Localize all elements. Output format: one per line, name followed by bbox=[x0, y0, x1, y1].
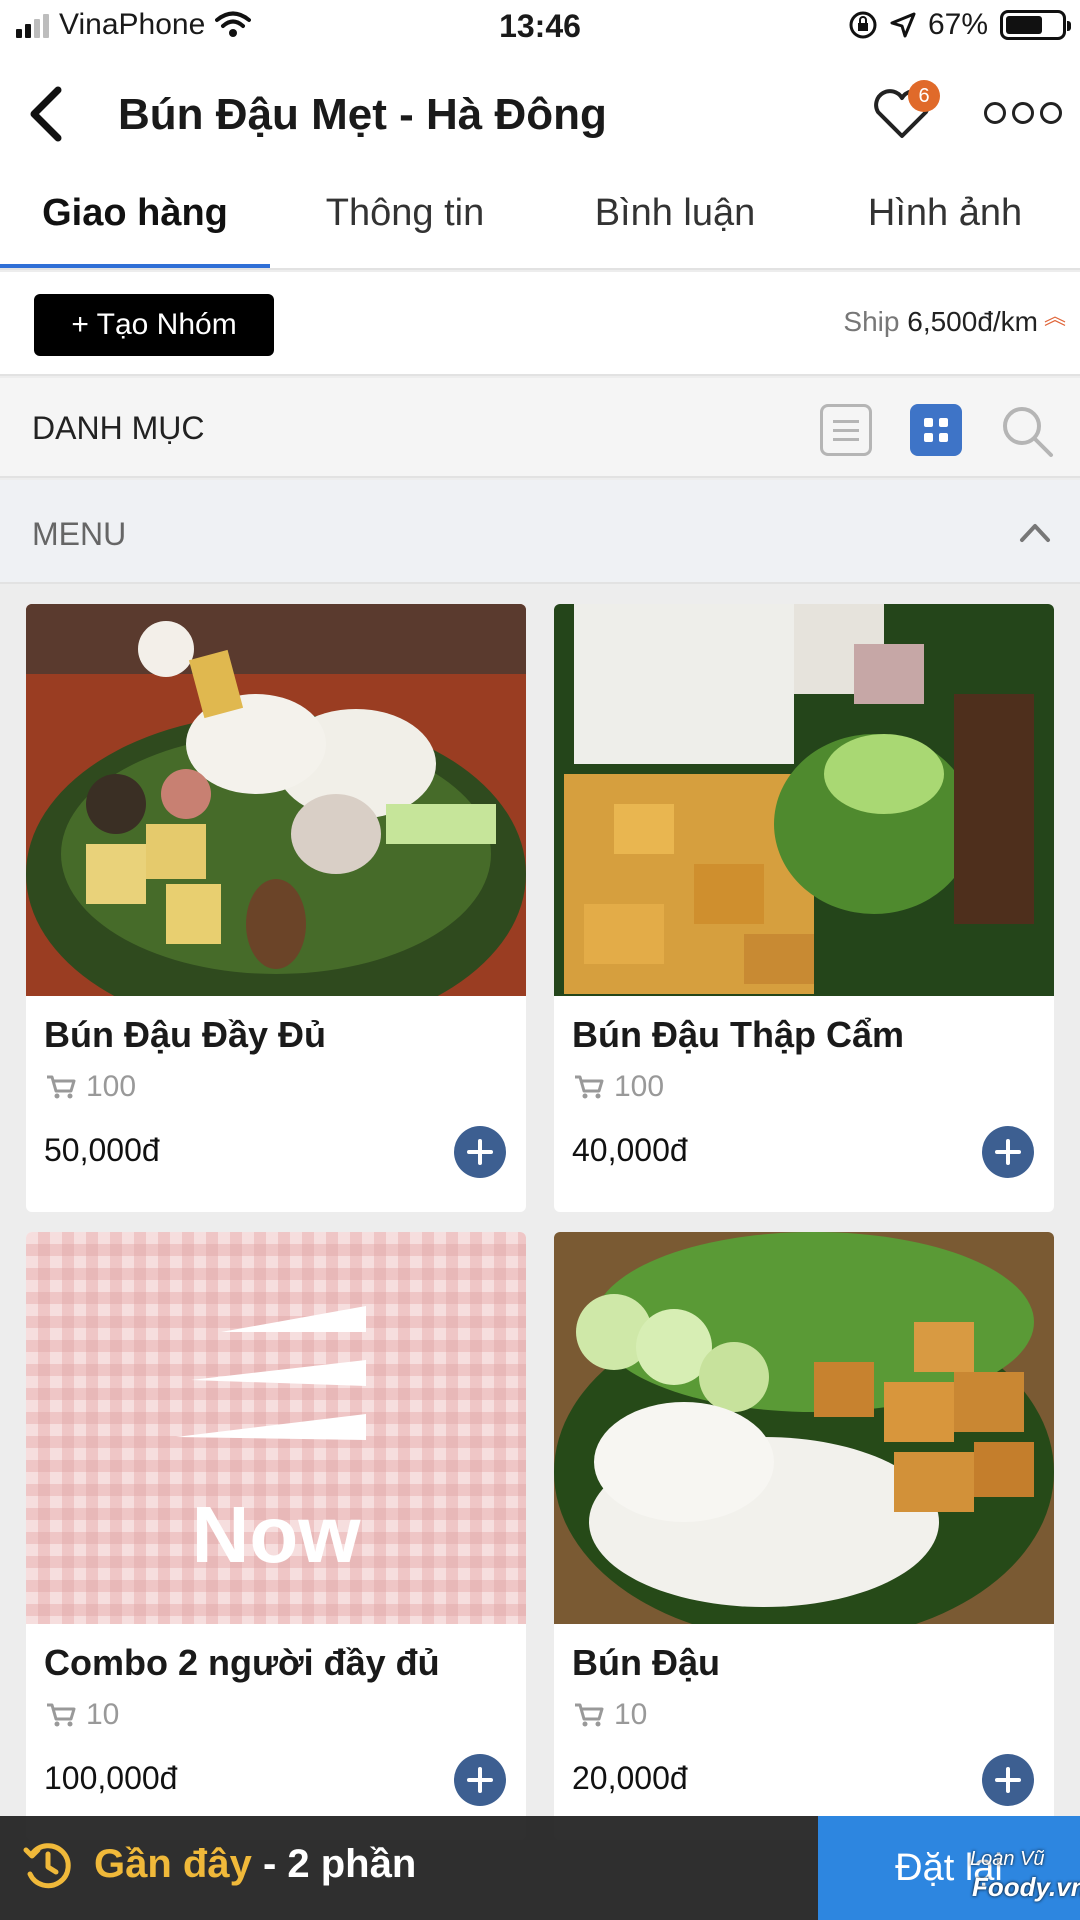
nav-bar: Bún Đậu Mẹt - Hà Đông 6 bbox=[0, 54, 1080, 176]
history-clock-icon bbox=[23, 1843, 71, 1889]
menu-item-card[interactable]: Bún Đậu 10 20,000đ bbox=[554, 1232, 1054, 1840]
tab-bar: Giao hàng Thông tin Bình luận Hình ảnh bbox=[0, 176, 1080, 270]
more-options-icon[interactable] bbox=[984, 102, 1062, 124]
active-tab-indicator bbox=[0, 264, 270, 268]
recent-count: - 2 phần bbox=[251, 1842, 417, 1886]
menu-item-card[interactable]: Now Combo 2 người đầy đủ 10 100,000đ bbox=[26, 1232, 526, 1840]
rotation-lock-icon bbox=[849, 11, 877, 39]
item-sold: 100 bbox=[574, 1070, 664, 1104]
search-icon[interactable] bbox=[1000, 404, 1054, 458]
now-logo-text: Now bbox=[192, 1490, 362, 1579]
item-price: 40,000đ bbox=[572, 1132, 688, 1168]
ship-fee: Ship 6,500đ/km bbox=[843, 306, 1038, 338]
list-view-icon[interactable] bbox=[820, 404, 872, 456]
grid-view-icon[interactable] bbox=[910, 404, 962, 456]
placeholder-image: Now bbox=[26, 1232, 526, 1624]
menu-item-card[interactable]: Bún Đậu Đầy Đủ 100 50,000đ bbox=[26, 604, 526, 1212]
cart-icon bbox=[575, 1703, 604, 1727]
item-price: 50,000đ bbox=[44, 1132, 160, 1168]
item-sold-count: 10 bbox=[86, 1698, 120, 1731]
menu-section-header[interactable]: MENU bbox=[0, 480, 1080, 584]
cart-icon bbox=[575, 1075, 604, 1099]
cart-icon bbox=[47, 1703, 76, 1727]
recent-orders-text: Gần đây - 2 phần bbox=[94, 1842, 416, 1887]
back-icon[interactable] bbox=[22, 84, 72, 144]
item-sold-count: 10 bbox=[614, 1698, 648, 1731]
food-photo bbox=[554, 604, 1054, 996]
tab-photos[interactable]: Hình ảnh bbox=[810, 192, 1080, 235]
item-sold: 10 bbox=[574, 1698, 647, 1732]
add-item-button[interactable] bbox=[454, 1754, 506, 1806]
item-name: Bún Đậu Thập Cẩm bbox=[572, 1014, 905, 1055]
food-photo bbox=[554, 1232, 1054, 1624]
favorites-badge: 6 bbox=[908, 80, 940, 112]
chevron-up-icon[interactable] bbox=[1018, 520, 1052, 544]
status-right: 67% bbox=[848, 8, 1071, 42]
item-price: 20,000đ bbox=[572, 1760, 688, 1796]
tab-comments[interactable]: Bình luận bbox=[540, 192, 810, 235]
item-sold: 10 bbox=[46, 1698, 119, 1732]
category-bar: DANH MỤC bbox=[0, 378, 1080, 478]
watermark-brand: Foody.vn bbox=[972, 1872, 1080, 1902]
cart-icon bbox=[47, 1075, 76, 1099]
chevrons-up-icon: ︽ bbox=[1043, 304, 1066, 329]
item-name: Combo 2 người đầy đủ bbox=[44, 1642, 440, 1683]
status-bar: VinaPhone 13:46 67% bbox=[0, 0, 1080, 54]
battery-icon bbox=[1000, 10, 1071, 40]
add-item-button[interactable] bbox=[982, 1754, 1034, 1806]
group-bar: + Tạo Nhóm Ship 6,500đ/km ︽ bbox=[0, 272, 1080, 376]
bottom-bar: Gần đây - 2 phần Đặt lại bbox=[0, 1816, 1080, 1920]
watermark-author: Loan Vũ bbox=[970, 1848, 1045, 1870]
item-price: 100,000đ bbox=[44, 1760, 178, 1796]
recent-orders-button[interactable]: Gần đây - 2 phần bbox=[0, 1816, 818, 1920]
add-item-button[interactable] bbox=[982, 1126, 1034, 1178]
food-photo bbox=[26, 604, 526, 996]
page-title: Bún Đậu Mẹt - Hà Đông bbox=[118, 90, 607, 139]
tab-info[interactable]: Thông tin bbox=[270, 192, 540, 235]
battery-percent: 67% bbox=[927, 8, 988, 41]
item-name: Bún Đậu Đầy Đủ bbox=[44, 1014, 327, 1055]
create-group-button[interactable]: + Tạo Nhóm bbox=[34, 294, 274, 356]
ship-label: Ship bbox=[843, 306, 900, 337]
item-sold: 100 bbox=[46, 1070, 136, 1104]
menu-item-card[interactable]: Bún Đậu Thập Cẩm 100 40,000đ bbox=[554, 604, 1054, 1212]
tab-delivery[interactable]: Giao hàng bbox=[0, 192, 270, 235]
menu-section-label: MENU bbox=[32, 516, 127, 552]
recent-label: Gần đây bbox=[94, 1842, 252, 1886]
item-sold-count: 100 bbox=[86, 1070, 137, 1103]
item-sold-count: 100 bbox=[614, 1070, 665, 1103]
ship-value: 6,500đ/km bbox=[907, 306, 1038, 337]
item-name: Bún Đậu bbox=[572, 1642, 720, 1683]
category-label: DANH MỤC bbox=[32, 410, 205, 446]
add-item-button[interactable] bbox=[454, 1126, 506, 1178]
location-icon bbox=[890, 12, 916, 38]
